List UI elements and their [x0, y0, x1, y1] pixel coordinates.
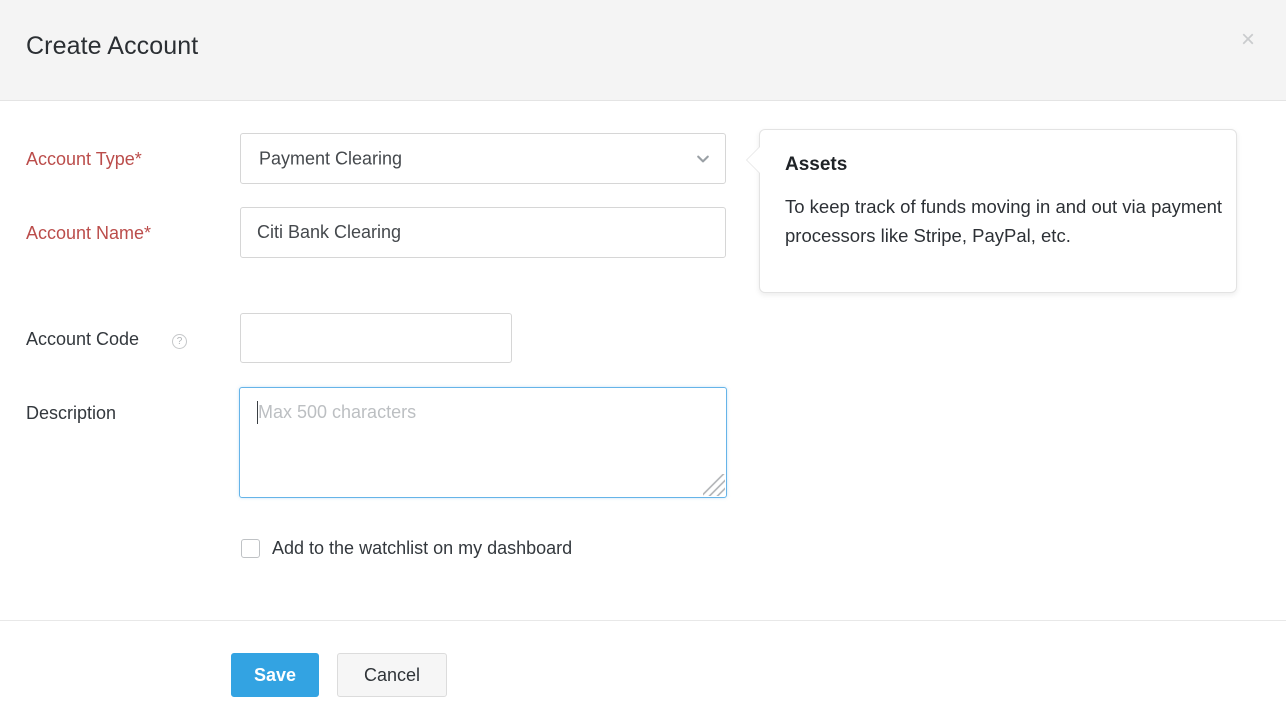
- account-type-info-popover: Assets To keep track of funds moving in …: [759, 129, 1237, 293]
- watchlist-checkbox[interactable]: [241, 539, 260, 558]
- dialog-footer: Save Cancel: [0, 620, 1286, 724]
- account-code-input[interactable]: [240, 313, 512, 363]
- account-type-selected-value: Payment Clearing: [259, 148, 402, 169]
- save-button[interactable]: Save: [231, 653, 319, 697]
- resize-handle-icon[interactable]: [703, 474, 725, 496]
- account-name-input[interactable]: [240, 207, 726, 258]
- page-title: Create Account: [26, 32, 198, 61]
- description-placeholder: Max 500 characters: [258, 402, 416, 423]
- account-code-label: Account Code: [26, 329, 139, 350]
- account-type-select[interactable]: Payment Clearing: [240, 133, 726, 184]
- description-label: Description: [26, 403, 116, 424]
- popover-body-text: To keep track of funds moving in and out…: [785, 192, 1225, 250]
- help-circle-icon[interactable]: ?: [172, 334, 187, 349]
- create-account-dialog: Create Account × Account Type* Payment C…: [0, 0, 1286, 724]
- popover-title: Assets: [785, 154, 847, 176]
- watchlist-checkbox-label[interactable]: Add to the watchlist on my dashboard: [272, 538, 572, 559]
- chevron-down-icon: [695, 151, 711, 167]
- close-icon[interactable]: ×: [1234, 26, 1262, 54]
- account-type-label: Account Type*: [26, 149, 142, 170]
- watchlist-checkbox-row[interactable]: Add to the watchlist on my dashboard: [241, 538, 572, 559]
- popover-arrow-icon: [747, 147, 760, 173]
- account-name-label: Account Name*: [26, 223, 151, 244]
- dialog-header: Create Account ×: [0, 0, 1286, 101]
- cancel-button[interactable]: Cancel: [337, 653, 447, 697]
- description-textarea[interactable]: Max 500 characters: [239, 387, 727, 498]
